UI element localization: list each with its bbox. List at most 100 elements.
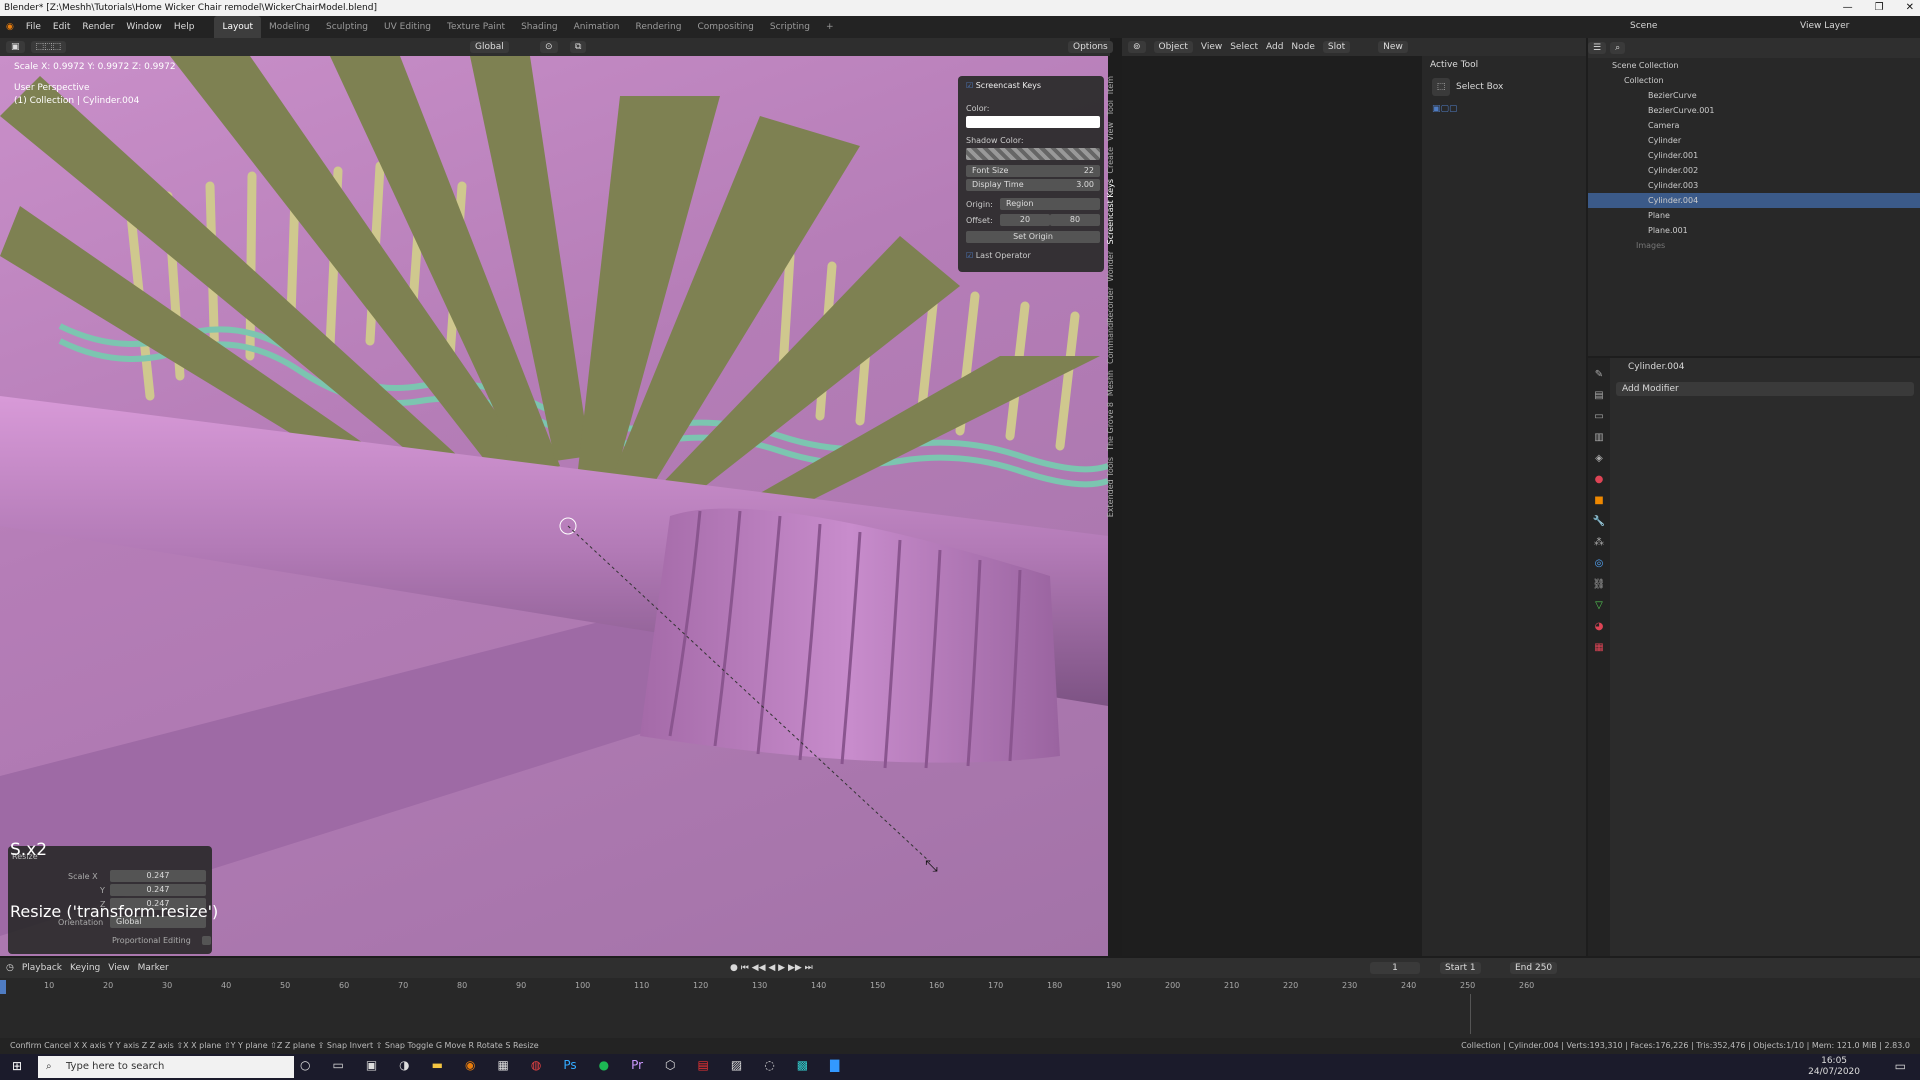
shadow-color-swatch[interactable] [966,148,1100,160]
node-menu-node[interactable]: Node [1291,42,1315,52]
timeline-menu-view[interactable]: View [108,963,129,973]
select-box-icon[interactable]: ⬚ [1432,78,1450,96]
select-mode-icon[interactable]: ⬚⬚⬚ [30,41,67,53]
taskbar-app-icon[interactable]: ▩ [797,1058,808,1072]
view-layer-selector[interactable]: View Layer [1800,21,1849,31]
current-frame-field[interactable]: 1 [1370,962,1420,974]
color-swatch[interactable] [966,116,1100,128]
render-tab-icon[interactable]: ▤ [1588,385,1610,406]
taskbar-app-icon[interactable]: ⬡ [665,1058,675,1072]
task-view-icon[interactable]: ▭ [332,1058,343,1072]
taskbar-app-icon[interactable]: ◌ [764,1058,774,1072]
texture-tab-icon[interactable]: ▦ [1588,637,1610,658]
playback-controls[interactable]: ● ⏮ ◀◀ ◀ ▶ ▶▶ ⏭ [730,963,813,973]
node-menu-view[interactable]: View [1201,42,1222,52]
tab-compositing[interactable]: Compositing [689,16,761,38]
maximize-button[interactable]: ❐ [1875,0,1884,16]
outliner-item-cylinder-002[interactable]: Cylinder.002 [1588,163,1920,178]
sidebar-tab-commandrecorder[interactable]: CommandRecorder [1106,287,1120,364]
sidebar-tab-tool[interactable]: Tool [1106,100,1120,116]
add-modifier-dropdown[interactable]: Add Modifier [1616,382,1914,396]
offset-x-field[interactable]: 20 [1000,214,1050,226]
object-tab-icon[interactable]: ■ [1588,490,1610,511]
select-mode-buttons[interactable]: ▣▢▢ [1432,104,1458,114]
windows-start-icon[interactable]: ⊞ [12,1059,22,1073]
last-operator-checkbox[interactable]: ☑ Last Operator [966,251,1031,260]
end-frame-field[interactable]: End 250 [1510,962,1558,974]
pivot-icon[interactable]: ⊙ [540,41,558,53]
object-select[interactable]: Object [1153,41,1193,53]
blender-logo-icon[interactable]: ◉ [0,22,20,32]
taskbar-app-icon[interactable]: ◑ [399,1058,409,1072]
timeline-menu-keying[interactable]: Keying [70,963,100,973]
minimize-button[interactable]: — [1843,0,1853,16]
timeline-menu-playback[interactable]: Playback [22,963,62,973]
tab-sculpting[interactable]: Sculpting [318,16,376,38]
taskbar-search-box[interactable]: ⌕ Type here to search [38,1056,294,1078]
playhead[interactable] [0,980,6,994]
sidebar-tab-meshh[interactable]: Meshh [1106,370,1120,396]
tool-tab-icon[interactable]: ✎ [1588,364,1610,385]
menu-window[interactable]: Window [120,22,168,32]
cortana-icon[interactable]: ○ [300,1058,310,1072]
options-dropdown[interactable]: Options [1068,41,1113,53]
start-frame-field[interactable]: Start 1 [1440,962,1481,974]
tab-modeling[interactable]: Modeling [261,16,318,38]
outliner-item-beziercurve-001[interactable]: BezierCurve.001 [1588,103,1920,118]
photos-icon[interactable]: ▨ [731,1058,742,1072]
tab-rendering[interactable]: Rendering [628,16,690,38]
sidebar-tab-screencast[interactable]: Screencast Keys [1106,179,1120,244]
notification-icon[interactable]: ▭ [1895,1059,1906,1073]
outliner-item-cylinder-003[interactable]: Cylinder.003 [1588,178,1920,193]
timeline-ruler[interactable]: 10 20 30 40 50 60 70 80 90 100 110 120 130 140 150 160 1… [0,980,1920,994]
acrobat-icon[interactable]: ▤ [698,1058,709,1072]
menu-edit[interactable]: Edit [47,22,76,32]
sidebar-tab-view[interactable]: View [1106,122,1120,141]
tab-animation[interactable]: Animation [566,16,628,38]
chrome-icon[interactable]: ◍ [531,1058,541,1072]
physics-tab-icon[interactable]: ◎ [1588,553,1610,574]
calculator-icon[interactable]: ▦ [497,1058,508,1072]
modifier-tab-icon[interactable]: 🔧 [1588,511,1610,532]
timeline-menu-marker[interactable]: Marker [138,963,169,973]
scale-y-field[interactable]: 0.247 [110,884,206,896]
tab-texture-paint[interactable]: Texture Paint [439,16,513,38]
sidebar-tab-item[interactable]: Item [1106,76,1120,94]
blender-app-icon[interactable]: ◉ [465,1058,475,1072]
tab-uv-editing[interactable]: UV Editing [376,16,439,38]
tab-shading[interactable]: Shading [513,16,566,38]
particles-tab-icon[interactable]: ⁂ [1588,532,1610,553]
world-tab-icon[interactable]: ● [1588,469,1610,490]
add-workspace-icon[interactable]: + [818,16,842,38]
menu-help[interactable]: Help [168,22,201,32]
taskbar-clock[interactable]: 16:05 24/07/2020 [1808,1056,1860,1078]
menu-render[interactable]: Render [76,22,120,32]
screencast-keys-title[interactable]: ☑ Screencast Keys [966,81,1041,90]
outliner-item-camera[interactable]: Camera [1588,118,1920,133]
sidebar-tab-extended-tools[interactable]: Extended Tools [1106,457,1120,517]
constraints-tab-icon[interactable]: ⛓ [1588,574,1610,595]
outliner-type-icon[interactable]: ☰ [1588,42,1607,54]
sidebar-tab-create[interactable]: Create [1106,147,1120,174]
proportional-checkbox[interactable] [202,936,211,945]
scene-selector[interactable]: Scene [1630,21,1657,31]
premiere-icon[interactable]: Pr [631,1058,643,1072]
output-tab-icon[interactable]: ▭ [1588,406,1610,427]
close-button[interactable]: ✕ [1906,0,1914,16]
outliner-filter-icon[interactable]: ⌕ [1610,42,1626,54]
outliner-item-plane[interactable]: Plane [1588,208,1920,223]
node-editor-type-icon[interactable]: ⊚ [1128,41,1146,53]
set-origin-button[interactable]: Set Origin [966,231,1100,243]
collection-row[interactable]: Collection [1588,73,1920,88]
taskbar-app-icon[interactable]: ▣ [366,1058,377,1072]
timeline-editor-icon[interactable]: ◷ [6,963,14,973]
offset-y-field[interactable]: 80 [1050,214,1100,226]
3d-viewport[interactable]: ⤡ Scale X: 0.9972 Y: 0.9972 Z: 0.9972 Us… [0,56,1108,956]
outliner-item-cylinder[interactable]: Cylinder [1588,133,1920,148]
taskbar-app-icon[interactable]: ▇ [830,1058,839,1072]
tab-scripting[interactable]: Scripting [762,16,818,38]
snap-icon[interactable]: ⧉ [570,41,587,53]
new-material-button[interactable]: New [1378,41,1408,53]
material-tab-icon[interactable]: ◕ [1588,616,1610,637]
slot-select[interactable]: Slot [1322,41,1351,53]
